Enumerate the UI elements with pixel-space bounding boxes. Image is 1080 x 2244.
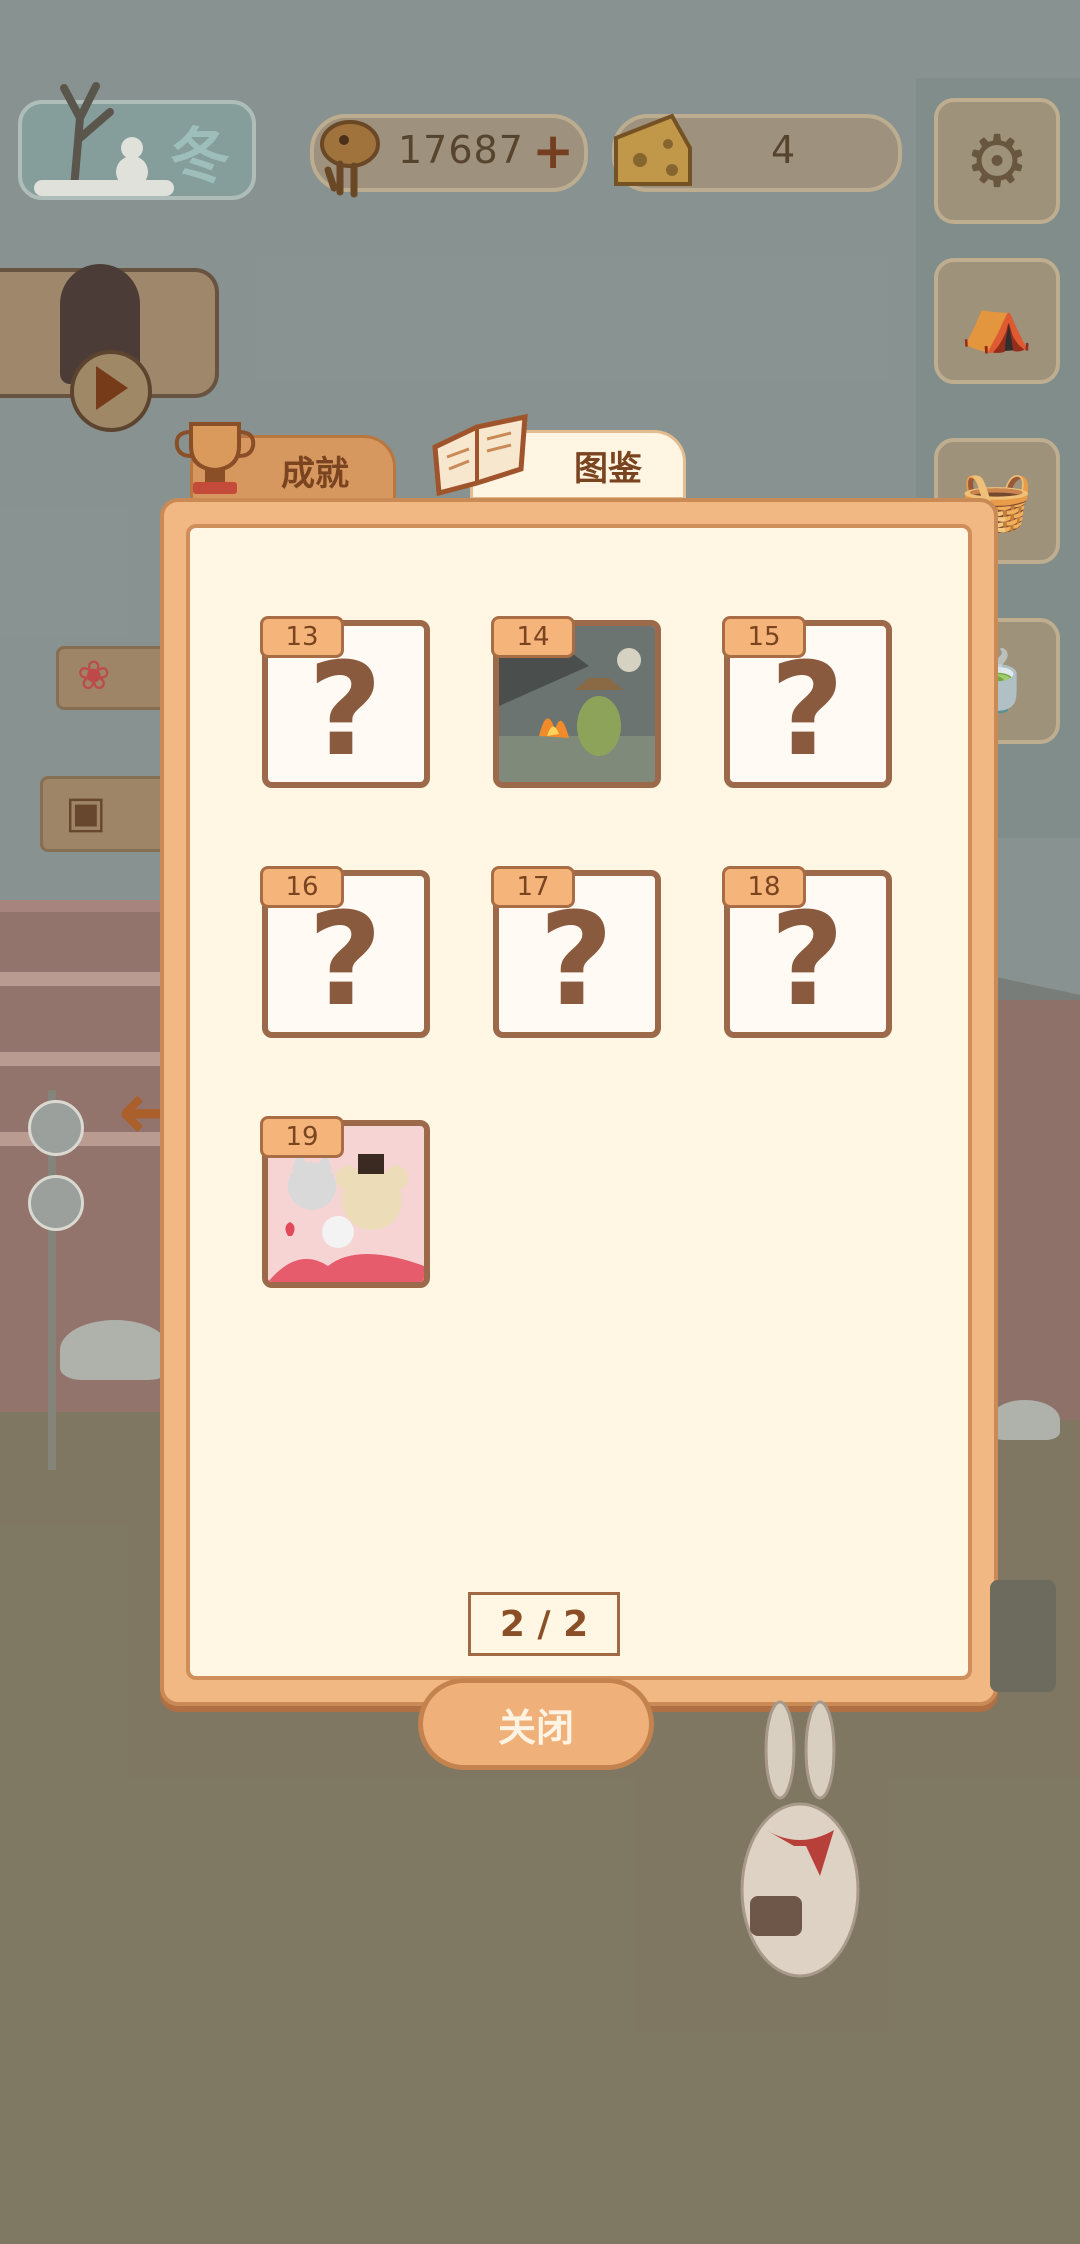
- side-thumbnail[interactable]: [990, 1580, 1056, 1692]
- card-number: 17: [491, 866, 575, 908]
- card-number: 15: [722, 616, 806, 658]
- page-indicator: 2 / 2: [468, 1592, 620, 1656]
- collection-panel: ? 13 14 ? 15 ? 16 ? 17 ? 18 19: [160, 498, 998, 1706]
- card-number: 16: [260, 866, 344, 908]
- tab-collection-label: 图鉴: [574, 448, 642, 489]
- card-number: 19: [260, 1116, 344, 1158]
- collection-grid: ? 13 14 ? 15 ? 16 ? 17 ? 18 19: [186, 524, 972, 1680]
- tab-achievements-label: 成就: [281, 453, 349, 494]
- close-button[interactable]: 关闭: [418, 1678, 654, 1770]
- tab-collection[interactable]: 图鉴: [432, 413, 686, 500]
- locked-question-mark: ?: [770, 886, 845, 1035]
- tab-achievements[interactable]: 成就: [174, 422, 396, 505]
- trophy-icon: [174, 422, 256, 494]
- locked-question-mark: ?: [539, 886, 614, 1035]
- locked-question-mark: ?: [770, 636, 845, 785]
- open-book-icon: [432, 413, 528, 497]
- card-number: 13: [260, 616, 344, 658]
- card-number: 14: [491, 616, 575, 658]
- bunny-character: [740, 1700, 860, 1978]
- locked-question-mark: ?: [308, 886, 383, 1035]
- card-number: 18: [722, 866, 806, 908]
- locked-question-mark: ?: [308, 636, 383, 785]
